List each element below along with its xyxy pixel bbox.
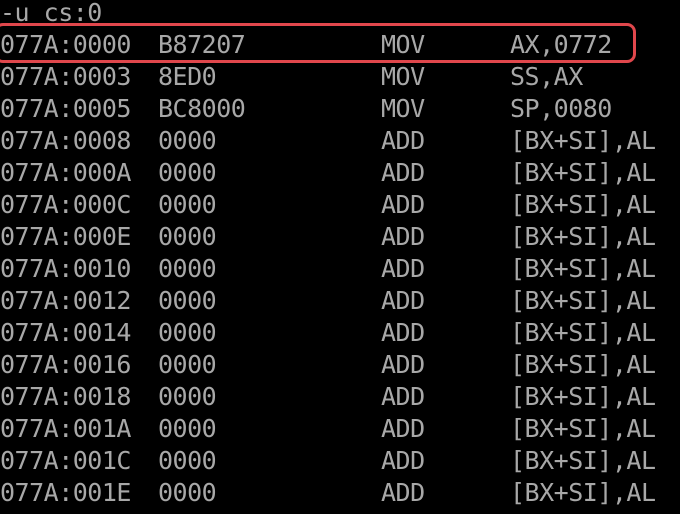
- operands: [BX+SI],AL: [510, 254, 656, 283]
- address: 077A:0010: [0, 254, 131, 283]
- mnemonic: MOV: [381, 62, 425, 91]
- machine-code: 0000: [158, 126, 217, 155]
- machine-code: 0000: [158, 158, 217, 187]
- machine-code: BC8000: [158, 94, 246, 123]
- operands: SS,AX: [510, 62, 583, 91]
- operands: [BX+SI],AL: [510, 286, 656, 315]
- address: 077A:000E: [0, 222, 131, 251]
- address: 077A:0000: [0, 30, 131, 59]
- operands: [BX+SI],AL: [510, 126, 656, 155]
- mnemonic: ADD: [381, 190, 425, 219]
- machine-code: 0000: [158, 254, 217, 283]
- mnemonic: ADD: [381, 126, 425, 155]
- operands: [BX+SI],AL: [510, 382, 656, 411]
- mnemonic: ADD: [381, 158, 425, 187]
- disassembly-row: 077A:0000 B87207 MOV AX,0772: [0, 29, 612, 61]
- command-line: -u cs:0: [0, 0, 102, 27]
- mnemonic: ADD: [381, 254, 425, 283]
- dos-debug-console[interactable]: -u cs:0 077A:0000 B87207 MOV AX,0772 077…: [0, 0, 680, 514]
- mnemonic: MOV: [381, 30, 425, 59]
- machine-code: 0000: [158, 414, 217, 443]
- operands: [BX+SI],AL: [510, 190, 656, 219]
- address: 077A:0008: [0, 126, 131, 155]
- machine-code: 8ED0: [158, 62, 217, 91]
- mnemonic: ADD: [381, 318, 425, 347]
- disassembly-row: 077A:0018 0000 ADD [BX+SI],AL: [0, 381, 656, 413]
- address: 077A:0016: [0, 350, 131, 379]
- operands: [BX+SI],AL: [510, 350, 656, 379]
- machine-code: 0000: [158, 446, 217, 475]
- operands: [BX+SI],AL: [510, 158, 656, 187]
- address: 077A:001C: [0, 446, 131, 475]
- machine-code: 0000: [158, 318, 217, 347]
- disassembly-row: 077A:000C 0000 ADD [BX+SI],AL: [0, 189, 656, 221]
- mnemonic: ADD: [381, 478, 425, 507]
- address: 077A:0003: [0, 62, 131, 91]
- disassembly-row: 077A:000E 0000 ADD [BX+SI],AL: [0, 221, 656, 253]
- address: 077A:000C: [0, 190, 131, 219]
- mnemonic: ADD: [381, 414, 425, 443]
- operands: [BX+SI],AL: [510, 478, 656, 507]
- disassembly-row: 077A:0008 0000 ADD [BX+SI],AL: [0, 125, 656, 157]
- operands: [BX+SI],AL: [510, 414, 656, 443]
- disassembly-row: 077A:001C 0000 ADD [BX+SI],AL: [0, 445, 656, 477]
- mnemonic: ADD: [381, 446, 425, 475]
- operands: AX,0772: [510, 30, 612, 59]
- operands: [BX+SI],AL: [510, 222, 656, 251]
- machine-code: B87207: [158, 30, 246, 59]
- operands: [BX+SI],AL: [510, 446, 656, 475]
- address: 077A:0014: [0, 318, 131, 347]
- disassembly-row: 077A:0005 BC8000 MOV SP,0080: [0, 93, 612, 125]
- address: 077A:000A: [0, 158, 131, 187]
- machine-code: 0000: [158, 382, 217, 411]
- address: 077A:0012: [0, 286, 131, 315]
- mnemonic: ADD: [381, 382, 425, 411]
- disassembly-row: 077A:0014 0000 ADD [BX+SI],AL: [0, 317, 656, 349]
- mnemonic: ADD: [381, 286, 425, 315]
- mnemonic: MOV: [381, 94, 425, 123]
- address: 077A:0018: [0, 382, 131, 411]
- operands: [BX+SI],AL: [510, 318, 656, 347]
- disassembly-row: 077A:0010 0000 ADD [BX+SI],AL: [0, 253, 656, 285]
- address: 077A:001A: [0, 414, 131, 443]
- operands: SP,0080: [510, 94, 612, 123]
- address: 077A:001E: [0, 478, 131, 507]
- disassembly-row: 077A:001E 0000 ADD [BX+SI],AL: [0, 477, 656, 509]
- machine-code: 0000: [158, 190, 217, 219]
- machine-code: 0000: [158, 350, 217, 379]
- mnemonic: ADD: [381, 350, 425, 379]
- machine-code: 0000: [158, 222, 217, 251]
- disassembly-row: 077A:000A 0000 ADD [BX+SI],AL: [0, 157, 656, 189]
- address: 077A:0005: [0, 94, 131, 123]
- disassembly-row: 077A:001A 0000 ADD [BX+SI],AL: [0, 413, 656, 445]
- disassembly-row: 077A:0003 8ED0 MOV SS,AX: [0, 61, 583, 93]
- machine-code: 0000: [158, 286, 217, 315]
- disassembly-row: 077A:0012 0000 ADD [BX+SI],AL: [0, 285, 656, 317]
- disassembly-row: 077A:0016 0000 ADD [BX+SI],AL: [0, 349, 656, 381]
- machine-code: 0000: [158, 478, 217, 507]
- mnemonic: ADD: [381, 222, 425, 251]
